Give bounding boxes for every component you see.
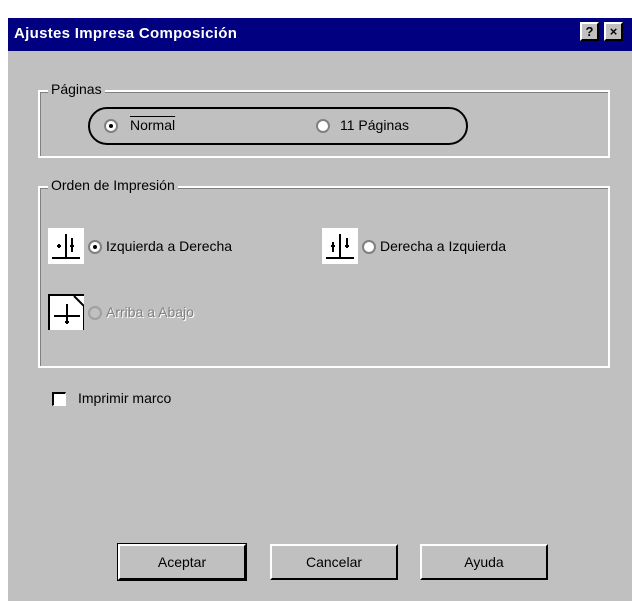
close-title-button[interactable]: × <box>604 22 623 41</box>
right-to-left-icon <box>322 228 358 264</box>
paginas-group-label: Páginas <box>48 81 105 97</box>
paginas-options-frame: Normal 11 Páginas <box>88 107 468 145</box>
paginas-groupbox: Páginas Normal 11 Páginas <box>38 81 610 158</box>
help-title-button[interactable]: ? <box>580 22 599 41</box>
page-layout-dialog: Ajustes Impresa Composición ? × Páginas … <box>8 18 632 601</box>
imprimir-marco-checkbox[interactable] <box>52 392 66 406</box>
radio-normal-label[interactable]: Normal <box>130 117 175 133</box>
help-button[interactable]: Ayuda <box>420 544 548 580</box>
radio-arriba-abajo[interactable] <box>88 306 102 320</box>
top-to-bottom-icon <box>48 294 85 330</box>
radio-izquierda-derecha-label[interactable]: Izquierda a Derecha <box>106 238 232 254</box>
accept-button[interactable]: Aceptar <box>117 543 247 581</box>
window-title: Ajustes Impresa Composición <box>14 25 238 42</box>
radio-normal[interactable] <box>104 119 118 133</box>
radio-izquierda-derecha[interactable] <box>88 240 102 254</box>
radio-arriba-abajo-label[interactable]: Arriba a Abajo <box>106 304 194 320</box>
imprimir-marco-label[interactable]: Imprimir marco <box>78 390 171 406</box>
cancel-button[interactable]: Cancelar <box>270 544 398 580</box>
radio-11-paginas[interactable] <box>316 119 330 133</box>
left-to-right-icon <box>48 228 84 264</box>
title-bar: Ajustes Impresa Composición ? × <box>8 18 632 51</box>
orden-groupbox: Orden de Impresión Izquierda a Derecha D… <box>38 177 610 368</box>
radio-derecha-izquierda-label[interactable]: Derecha a Izquierda <box>380 238 506 254</box>
orden-group-label: Orden de Impresión <box>48 177 178 193</box>
radio-derecha-izquierda[interactable] <box>362 240 376 254</box>
radio-11-paginas-label[interactable]: 11 Páginas <box>340 117 409 133</box>
